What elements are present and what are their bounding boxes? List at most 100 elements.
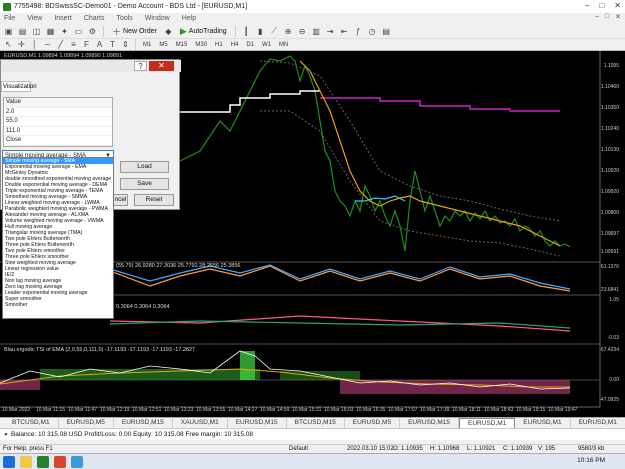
chart-tab[interactable]: XAUUSD,M1 [173,418,228,428]
minimize-button[interactable]: – [585,1,589,10]
load-button[interactable]: Load [120,161,169,173]
ergodic-axis-zero: 0.00 [609,377,619,383]
text-icon[interactable]: A [94,39,105,50]
data-window-icon[interactable]: ▦ [45,26,56,37]
tab-visualization[interactable]: Visualization [1,81,37,92]
chart-tab[interactable]: BTCUSD,M15 [287,418,345,428]
arrows-icon[interactable]: ⇕ [120,39,131,50]
ergodic-pane [0,350,600,394]
chart-tab-active[interactable]: EURUSD,M1 [459,418,516,428]
close-button[interactable]: ✕ [614,1,621,10]
navigator-icon[interactable]: ✦ [59,26,70,37]
app-icon [3,2,11,11]
chart-tab[interactable]: EURUSD,M1 [571,418,625,428]
start-icon[interactable] [3,455,15,468]
menu-help[interactable]: Help [182,15,196,22]
chart-shift-icon[interactable]: ⇤ [339,26,350,37]
chart-tab[interactable]: EURUSD,M5 [59,418,114,428]
tsi-axis-bottom: 23.6841 [600,287,619,293]
menu-tools[interactable]: Tools [116,15,132,22]
tsi-line-orange [109,265,571,292]
periods-icon[interactable]: ◷ [367,26,378,37]
menu-file[interactable]: File [4,15,15,22]
channel-icon[interactable]: ≡ [68,39,79,50]
autoscroll-icon[interactable]: ⇥ [325,26,336,37]
indicators-icon[interactable]: ƒ [353,26,364,37]
templates-icon[interactable]: ▤ [381,26,392,37]
new-order-icon: ＋ [112,26,122,37]
new-order-button[interactable]: ＋ New Order [109,25,160,38]
param-value[interactable]: Close [4,136,112,146]
tile-icon[interactable]: ▥ [311,26,322,37]
chart-tab[interactable]: EURUSD,M15 [114,418,173,428]
help-button[interactable]: ? [134,61,147,71]
timeframe-h4[interactable]: H4 [228,42,242,48]
label-icon[interactable]: T [107,39,118,50]
timeframe-m15[interactable]: M15 [173,42,191,48]
tester-icon[interactable]: ⚙ [87,26,98,37]
terminal-icon[interactable]: ▭ [73,26,84,37]
parameters-table: Value 2.0 55.0 111.0 Close [3,97,113,147]
vertical-line-icon[interactable]: │ [29,39,40,50]
histogram-positive [280,371,360,380]
horizontal-line-icon[interactable]: ─ [42,39,53,50]
balance-bar: ● Balance: 10 315.08 USD Profit/Loss: 0.… [0,428,625,440]
menu-insert[interactable]: Insert [54,15,72,22]
bar-chart-icon[interactable]: ┃ [241,26,252,37]
time-axis-label: 10 Mar 18:11 [452,407,482,413]
doc-close-button[interactable]: ✕ [615,13,621,21]
line-chart-icon[interactable]: ⟋ [269,26,280,37]
status-profile[interactable]: Default [289,446,308,452]
timeframe-w1[interactable]: W1 [259,42,274,48]
timeframe-mn[interactable]: MN [276,42,291,48]
trendline-icon[interactable]: ╱ [55,39,66,50]
folder-icon[interactable] [20,455,32,468]
time-axis-label: 10 Mar 13:55 [196,407,226,413]
param-value[interactable]: 111.0 [4,127,112,136]
chart-tab[interactable]: BTCUSD,M1 [4,418,59,428]
zoom-out-icon[interactable]: ⊖ [297,26,308,37]
menu-window[interactable]: Window [145,15,170,22]
reset-button[interactable]: Reset [134,194,174,206]
toolbar-separator [135,39,136,50]
menu-charts[interactable]: Charts [84,15,105,22]
market-watch-icon[interactable]: ◫ [31,26,42,37]
doc-restore-button[interactable]: □ [605,13,609,21]
param-value[interactable]: 55.0 [4,117,112,127]
profiles-icon[interactable]: ▤ [17,26,28,37]
crosshair-icon[interactable]: ✛ [16,39,27,50]
save-button[interactable]: Save [120,178,169,190]
timeframe-m1[interactable]: M1 [140,42,154,48]
chart-tab[interactable]: EURUSD,M15 [228,418,287,428]
timeframe-d1[interactable]: D1 [243,42,257,48]
ma-type-options: Simple moving average - SMA Exponential … [2,157,114,319]
timeframe-m5[interactable]: M5 [156,42,170,48]
ma-option[interactable]: Smoother [3,302,113,308]
timeframe-h1[interactable]: H1 [212,42,226,48]
chart-tab[interactable]: EURUSD,M5 [345,418,401,428]
app-icon[interactable] [71,455,83,468]
autotrading-button[interactable]: ▶ AutoTrading [177,26,230,37]
time-axis-label: 10 Mar 19:47 [548,407,578,413]
fibonacci-icon[interactable]: F [81,39,92,50]
metaeditor-icon[interactable]: ◆ [163,26,174,37]
timeframe-m30[interactable]: M30 [192,42,210,48]
chart-tab[interactable]: EURUSD,M1 [515,418,571,428]
zoom-in-icon[interactable]: ⊕ [283,26,294,37]
browser-icon[interactable] [54,455,66,468]
maximize-button[interactable]: □ [599,1,604,10]
metatrader-icon[interactable] [37,455,49,468]
cursor-icon[interactable]: ↖ [3,39,14,50]
ergodic-axis-top: 67.4234 [600,347,619,353]
ergodic-axis-bottom: -47.0925 [599,397,619,403]
param-value[interactable]: 2.0 [4,108,112,117]
menu-view[interactable]: View [27,15,42,22]
cancel-button[interactable]: ncel [113,194,128,206]
status-traffic: 9580/3 kb [578,446,605,452]
doc-minimize-button[interactable]: – [595,13,599,21]
dialog-close-button[interactable]: ✕ [149,61,174,71]
candle-chart-icon[interactable]: ▮ [255,26,266,37]
chart-tab[interactable]: EURUSD,M15 [400,418,459,428]
new-chart-icon[interactable]: ▣ [3,26,14,37]
time-axis-label: 10 Mar 14:59 [260,407,290,413]
